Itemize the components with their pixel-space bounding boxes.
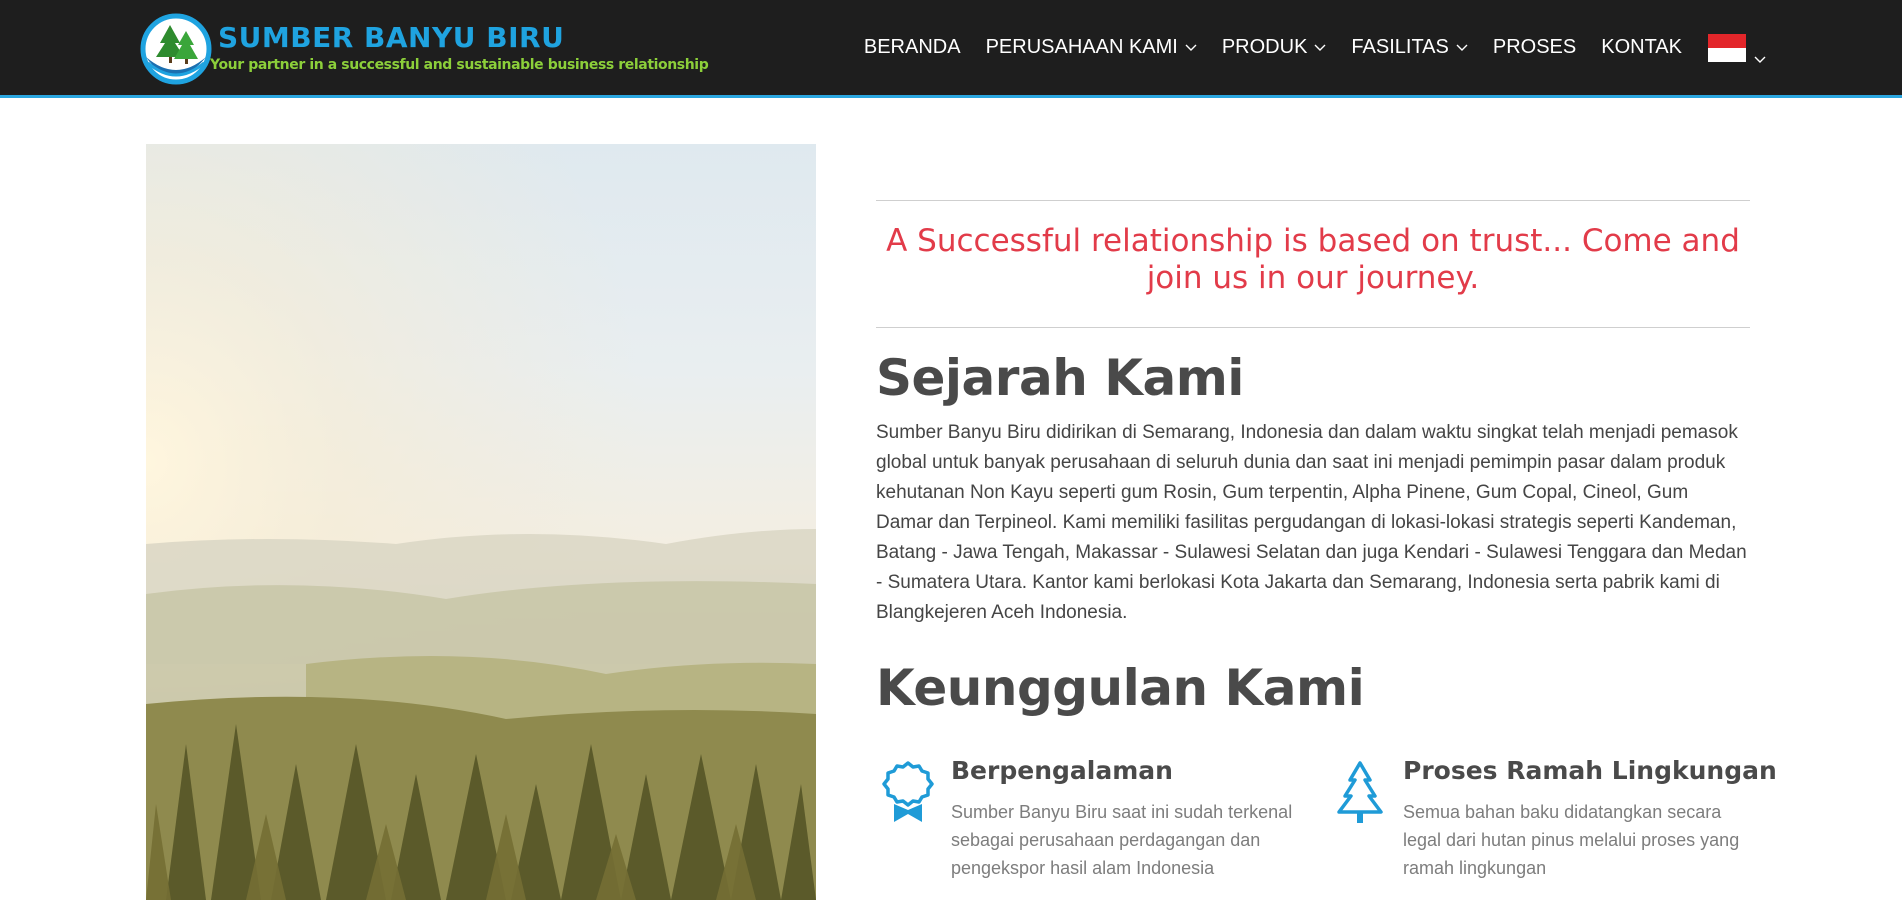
nav-item-label: PERUSAHAAN KAMI [985, 36, 1178, 58]
divider [876, 327, 1750, 328]
advantages-heading-rest: Kami [1207, 659, 1365, 717]
advantage-title: Proses Ramah Lingkungan [1403, 756, 1777, 785]
history-heading-bold: Sejarah [876, 349, 1088, 407]
nav-item-label: BERANDA [863, 36, 961, 58]
indonesia-flag-icon [1708, 33, 1746, 62]
pine-tree-icon [1337, 761, 1383, 823]
nav-item-label: PRODUK [1221, 36, 1308, 58]
history-text: Sumber Banyu Biru didirikan di Semarang,… [876, 422, 1747, 623]
advantages-list: Berpengalaman Sumber Banyu Biru saat ini… [876, 756, 1777, 900]
nav-item-produk[interactable]: PRODUK [1222, 36, 1327, 59]
main-nav: BERANDA PERUSAHAAN KAMI PRODUK FASILITAS… [864, 0, 1766, 95]
advantage-text: Semua bahan baku didatangkan secara lega… [1403, 802, 1740, 878]
nav-item-perusahaan-kami[interactable]: PERUSAHAAN KAMI [986, 36, 1197, 59]
brand-tagline: Your partner in a successful and sustain… [210, 57, 709, 73]
forest-landscape-image [146, 144, 816, 900]
history-heading-rest: Kami [1087, 349, 1244, 407]
navbar: SUMBER BANYU BIRU Your partner in a succ… [0, 0, 1902, 98]
chevron-down-icon [1314, 44, 1326, 51]
brand-title: SUMBER BANYU BIRU [218, 21, 565, 54]
logo-icon [140, 13, 212, 85]
nav-item-label: FASILITAS [1351, 36, 1449, 58]
advantage-text: Sumber Banyu Biru saat ini sudah terkena… [951, 802, 1293, 878]
nav-item-proses[interactable]: PROSES [1493, 36, 1576, 59]
nav-item-fasilitas[interactable]: FASILITAS [1351, 36, 1468, 59]
history-heading: Sejarah Kami [876, 348, 1750, 408]
language-selector[interactable] [1708, 33, 1766, 63]
logo-link[interactable]: SUMBER BANYU BIRU Your partner in a succ… [140, 13, 709, 85]
nav-item-beranda[interactable]: BERANDA [864, 36, 961, 59]
chevron-down-icon [1185, 44, 1197, 51]
nav-item-label: KONTAK [1601, 36, 1682, 58]
chevron-down-icon [1754, 56, 1766, 63]
nav-item-kontak[interactable]: KONTAK [1601, 36, 1682, 59]
advantages-heading: Keunggulan Kami [876, 658, 1750, 718]
nav-item-label: PROSES [1492, 36, 1577, 58]
tagline-quote: A Successful relationship is based on tr… [886, 223, 1740, 296]
advantage-title: Berpengalaman [951, 756, 1173, 785]
about-section: A Successful relationship is based on tr… [876, 200, 1777, 900]
chevron-down-icon [1456, 44, 1468, 51]
advantages-heading-bold: Keunggulan [876, 659, 1208, 717]
award-ribbon-icon [882, 761, 934, 822]
